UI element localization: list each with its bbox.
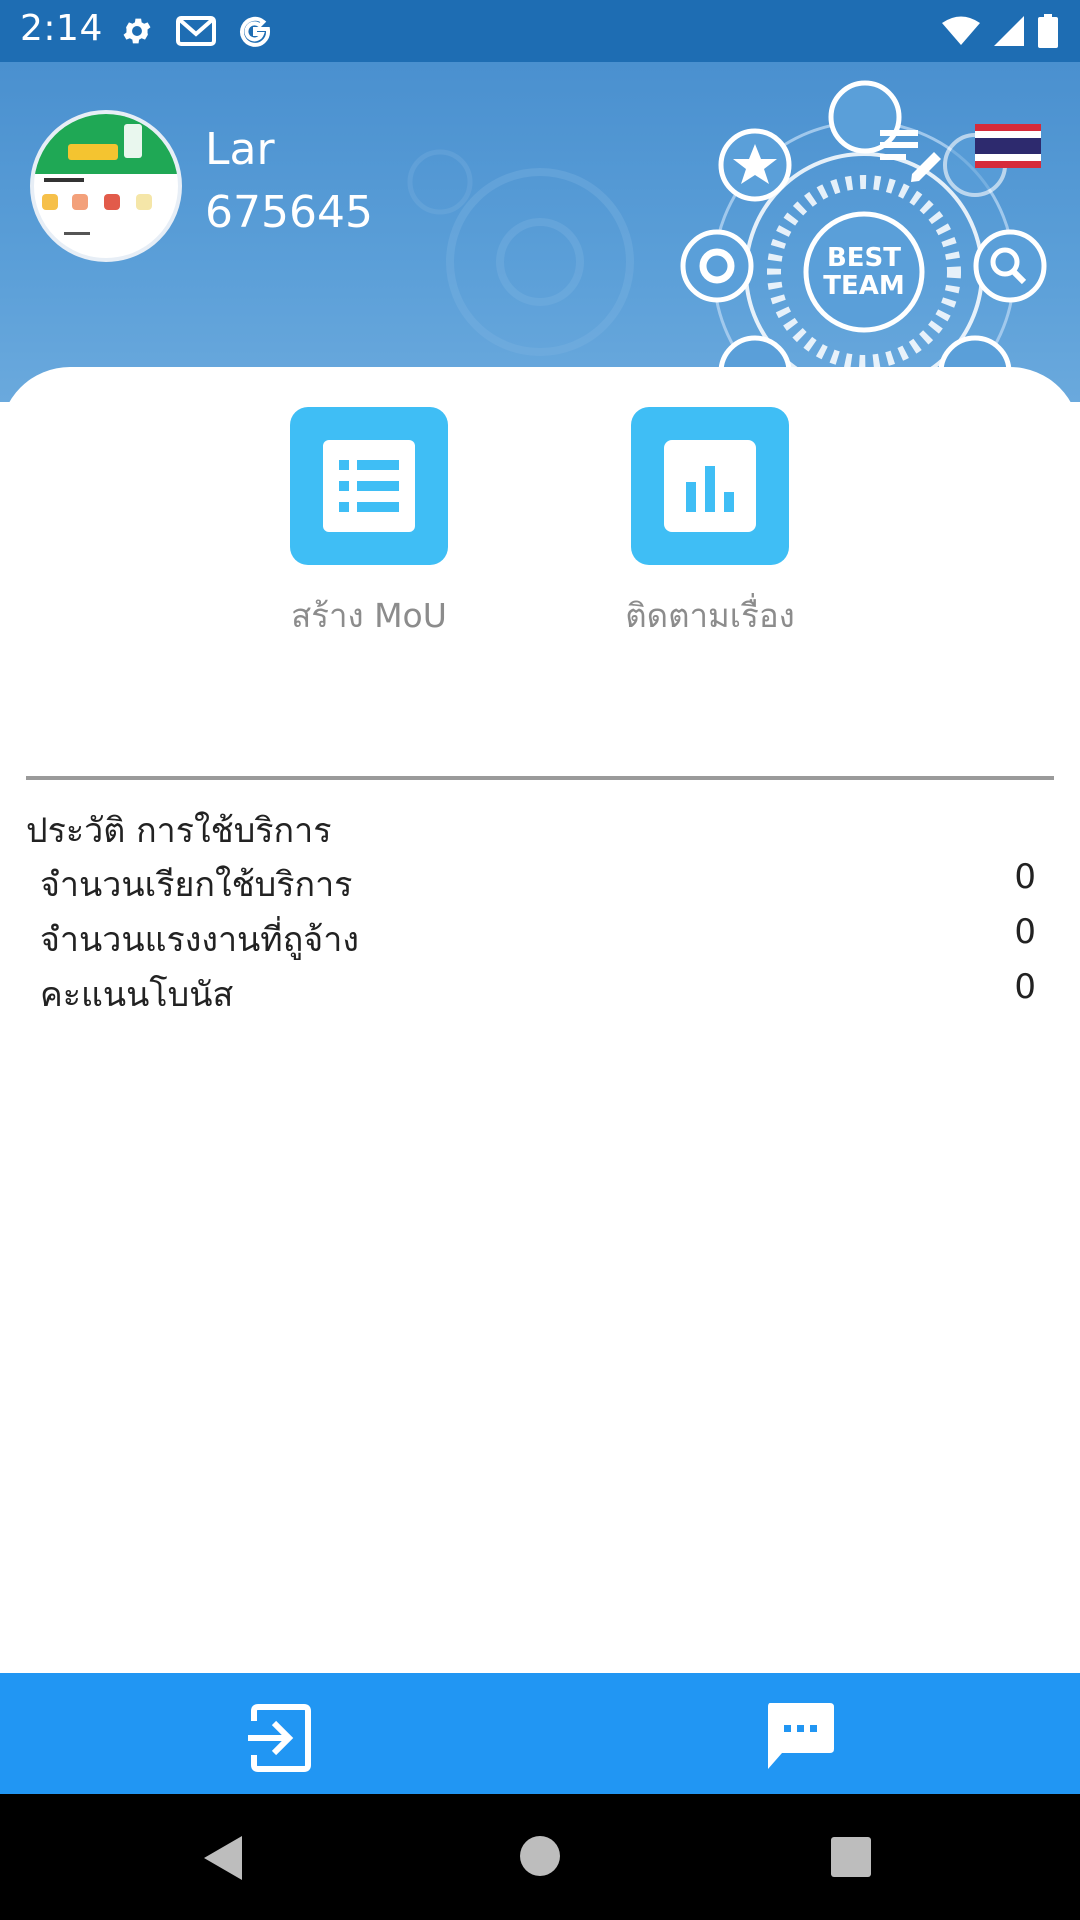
- profile-header: BEST TEAM Lar 675645: [0, 62, 1080, 402]
- stat-label: จำนวนแรงงานที่ถูจ้าง: [40, 920, 359, 960]
- status-time: 2:14: [20, 8, 103, 49]
- logout-icon[interactable]: [244, 1703, 314, 1773]
- gmail-icon: [176, 16, 216, 46]
- bar-chart-icon: [664, 440, 756, 532]
- home-icon[interactable]: [518, 1834, 562, 1878]
- back-icon[interactable]: [200, 1834, 248, 1882]
- stat-value: 0: [1014, 912, 1036, 952]
- edit-list-icon[interactable]: [878, 122, 942, 186]
- track-case-button[interactable]: ติดตามเรื่อง: [600, 407, 820, 642]
- settings-icon: [123, 18, 151, 44]
- stat-value: 0: [1014, 857, 1036, 897]
- system-nav-bar: [0, 1794, 1080, 1920]
- list-icon: [323, 440, 415, 532]
- content-card: สร้าง MoU ติดตามเรื่อง ประวัติ การใช้บริ…: [0, 367, 1080, 1673]
- track-case-tile[interactable]: [631, 407, 789, 565]
- status-bar: 2:14: [0, 0, 1080, 62]
- user-name: Lar: [205, 124, 275, 175]
- avatar-image: [34, 114, 178, 235]
- status-right-icons: [942, 10, 1058, 52]
- stat-label: คะแนนโบนัส: [40, 975, 234, 1015]
- track-case-label: ติดตามเรื่อง: [625, 596, 795, 635]
- svg-text:BEST: BEST: [827, 243, 901, 273]
- wifi-icon: [942, 16, 980, 45]
- status-left-icons: [120, 10, 272, 52]
- stat-value: 0: [1014, 967, 1036, 1007]
- stat-label: จำนวนเรียกใช้บริการ: [40, 865, 353, 905]
- divider: [26, 776, 1054, 780]
- bottom-bar: [0, 1673, 1080, 1794]
- user-id: 675645: [205, 187, 373, 238]
- signal-icon: [994, 16, 1024, 46]
- recent-apps-icon[interactable]: [830, 1836, 872, 1878]
- create-mou-label: สร้าง MoU: [291, 596, 447, 635]
- thai-flag-icon[interactable]: [975, 124, 1041, 168]
- create-mou-tile[interactable]: [290, 407, 448, 565]
- svg-text:TEAM: TEAM: [823, 271, 905, 301]
- chat-icon[interactable]: [762, 1699, 838, 1775]
- create-mou-button[interactable]: สร้าง MoU: [259, 407, 479, 642]
- history-title: ประวัติ การใช้บริการ: [26, 811, 332, 851]
- avatar[interactable]: [30, 110, 182, 262]
- google-icon: [240, 16, 271, 47]
- battery-icon: [1038, 14, 1058, 48]
